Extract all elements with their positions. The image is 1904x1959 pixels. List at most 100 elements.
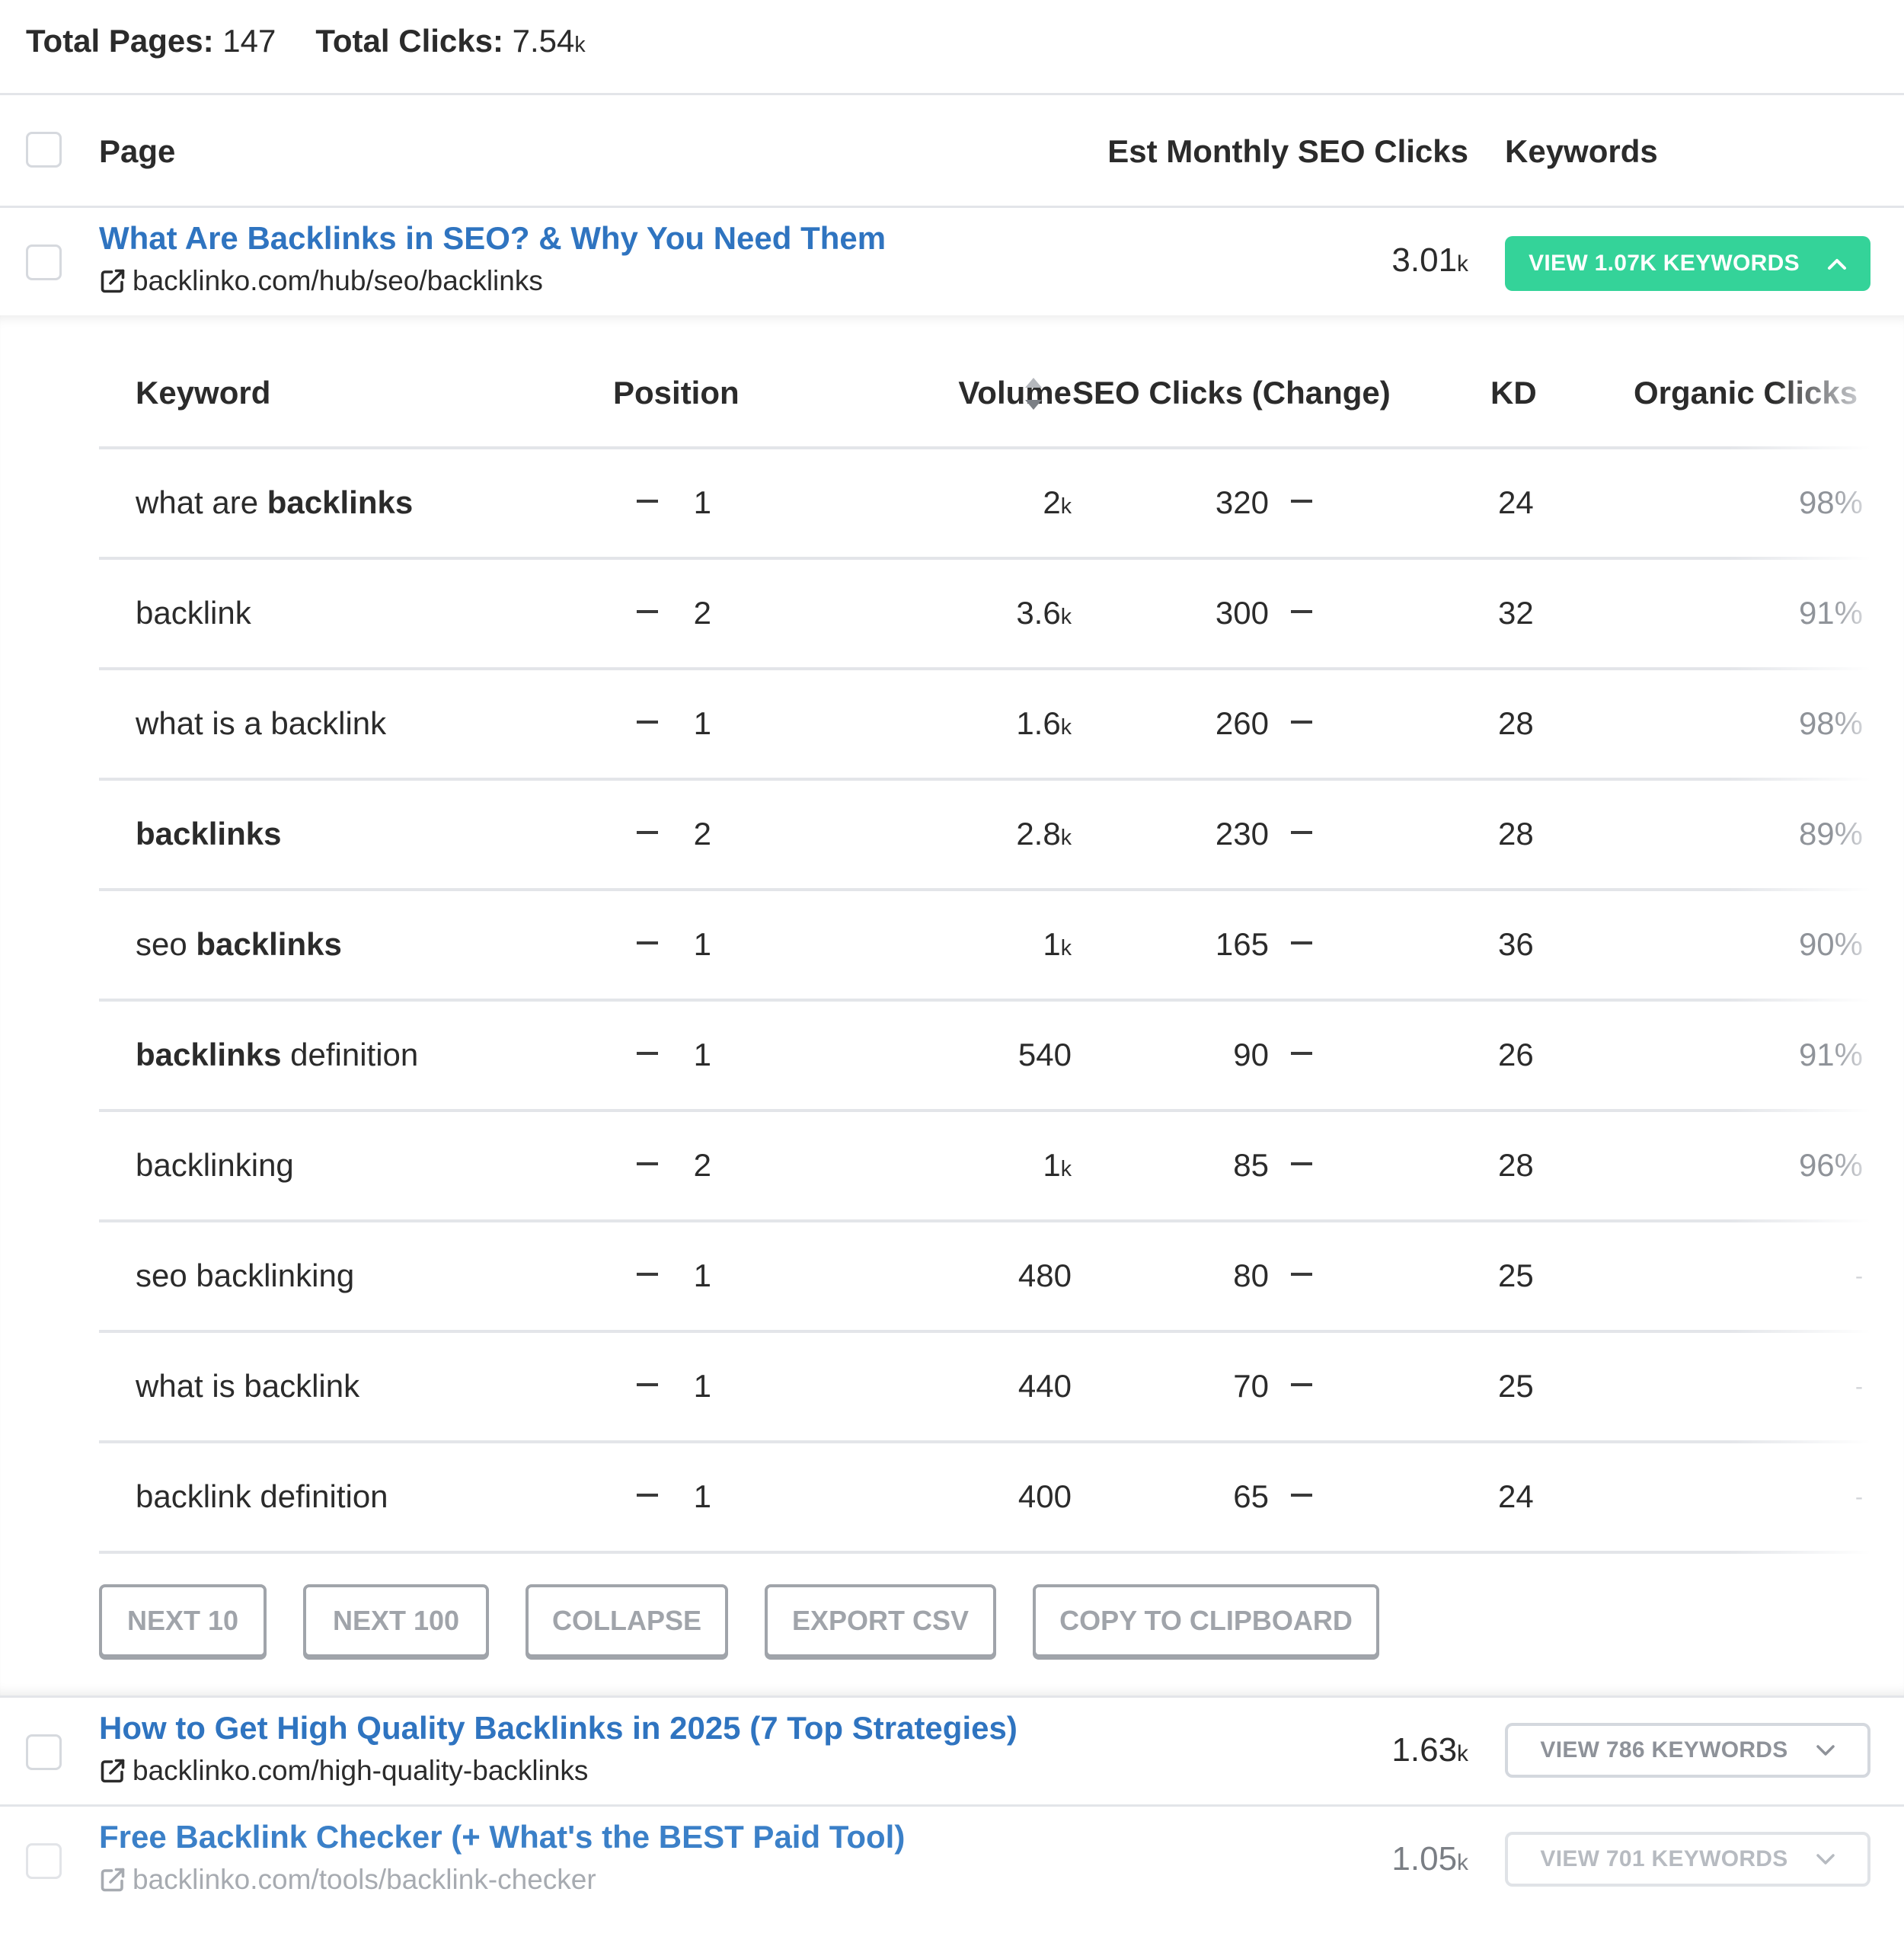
view-keywords-label: VIEW 786 KEYWORDS [1540, 1737, 1788, 1762]
clicks-suffix: k [1457, 1850, 1468, 1875]
column-header-est-clicks[interactable]: Est Monthly SEO Clicks [1107, 133, 1468, 170]
volume-value: 2k [1043, 484, 1072, 521]
keyword-text: seo backlinking [136, 1258, 354, 1294]
row-checkbox[interactable] [26, 1843, 62, 1879]
volume-number: 540 [1017, 1037, 1072, 1072]
view-keywords-button[interactable]: VIEW 701 KEYWORDS [1505, 1832, 1870, 1887]
column-header-page[interactable]: Page [99, 133, 175, 170]
position-change-dash [637, 721, 658, 724]
view-keywords-button[interactable]: VIEW 1.07K KEYWORDS [1505, 236, 1870, 291]
page-title-link[interactable]: Free Backlink Checker (+ What's the BEST… [99, 1819, 905, 1855]
clicks-value: 1.05 [1391, 1840, 1458, 1878]
page-url-link[interactable]: backlinko.com/tools/backlink-checker [99, 1864, 596, 1896]
organic-clicks-value: - [1855, 1484, 1863, 1510]
row-checkbox[interactable] [26, 1734, 62, 1770]
column-header-volume[interactable]: Volume [958, 375, 1072, 411]
page-est-clicks: 3.01k [1391, 241, 1468, 280]
export-csv-button[interactable]: EXPORT CSV [765, 1584, 996, 1657]
volume-suffix: k [1060, 715, 1072, 740]
collapse-button[interactable]: COLLAPSE [526, 1584, 728, 1657]
position-change-dash [637, 1273, 658, 1276]
position-value: 1 [693, 1258, 711, 1293]
organic-clicks-value: 91% [1798, 595, 1863, 631]
keyword-row: backlinks 2 2.8k 230 28 89% [99, 779, 1870, 890]
column-header-keywords: Keywords [1505, 133, 1658, 169]
clicks-suffix: k [1457, 1741, 1468, 1766]
position-change-dash [637, 1383, 658, 1386]
seo-clicks-value: 90 [1233, 1037, 1269, 1072]
select-all-checkbox[interactable] [26, 132, 62, 168]
next-100-button[interactable]: NEXT 100 [303, 1584, 489, 1657]
view-keywords-button[interactable]: VIEW 786 KEYWORDS [1505, 1723, 1870, 1778]
seo-clicks-value: 230 [1215, 816, 1269, 852]
next-10-button[interactable]: NEXT 10 [99, 1584, 267, 1657]
column-header-position[interactable]: Position [613, 375, 740, 411]
keyword-text: backlink definition [136, 1478, 388, 1515]
page-row: How to Get High Quality Backlinks in 202… [0, 1698, 1904, 1804]
organic-clicks-value: 98% [1798, 484, 1863, 520]
clicks-value: 3.01 [1391, 241, 1458, 279]
total-pages: Total Pages: 147 [26, 23, 276, 59]
volume-value: 540 [1018, 1037, 1072, 1073]
copy-to-clipboard-button[interactable]: COPY TO CLIPBOARD [1033, 1584, 1379, 1657]
keyword-part: definition [281, 1037, 419, 1072]
position-value: 1 [693, 1037, 711, 1072]
row-divider [99, 1551, 1870, 1554]
volume-number: 1.6 [1016, 705, 1061, 741]
page-url-text: backlinko.com/tools/backlink-checker [133, 1864, 596, 1895]
kd-value: 36 [1498, 926, 1534, 962]
column-header-keyword[interactable]: Keyword [136, 375, 270, 411]
view-keywords-label: VIEW 1.07K KEYWORDS [1529, 251, 1800, 276]
seo-clicks-change-dash [1291, 500, 1312, 503]
total-clicks-label: Total Clicks: [315, 23, 503, 59]
keyword-row: backlinking 2 1k 85 28 96% [99, 1111, 1870, 1221]
keyword-text: seo backlinks [136, 926, 342, 963]
clicks-value: 1.63 [1391, 1731, 1458, 1769]
summary-bar: Total Pages: 147 Total Clicks: 7.54k [26, 20, 625, 62]
seo-clicks-change-dash [1291, 1494, 1312, 1497]
page-title-link[interactable]: What Are Backlinks in SEO? & Why You Nee… [99, 220, 886, 257]
keyword-highlight: backlinks [196, 926, 342, 962]
page-est-clicks: 1.05k [1391, 1840, 1468, 1878]
volume-value: 440 [1018, 1368, 1072, 1405]
row-checkbox[interactable] [26, 244, 62, 280]
page-title-link[interactable]: How to Get High Quality Backlinks in 202… [99, 1710, 1017, 1746]
kd-value: 26 [1498, 1037, 1534, 1072]
keyword-part: seo backlinking [136, 1258, 355, 1293]
position-value: 2 [693, 816, 711, 852]
total-pages-value: 147 [222, 23, 276, 59]
chevron-up-icon [1827, 259, 1846, 270]
keyword-text: what is backlink [136, 1368, 359, 1405]
volume-suffix: k [1060, 1157, 1072, 1181]
keyword-text: backlinks definition [136, 1037, 418, 1073]
kd-value: 28 [1498, 705, 1534, 741]
seo-clicks-change-dash [1291, 831, 1312, 834]
volume-value: 2.8k [1016, 816, 1072, 852]
kd-value: 28 [1498, 1147, 1534, 1183]
sort-icon[interactable] [1023, 375, 1044, 414]
volume-value: 3.6k [1016, 595, 1072, 631]
keyword-row: backlink 2 3.6k 300 32 91% [99, 558, 1870, 669]
column-header-seo-clicks[interactable]: SEO Clicks (Change) [1072, 375, 1391, 411]
column-header-organic-clicks[interactable]: Organic Clicks [1634, 375, 1858, 411]
keyword-row: what is backlink 1 440 70 25 - [99, 1331, 1870, 1442]
position-change-dash [637, 1494, 658, 1497]
keyword-part: backlinking [136, 1147, 294, 1183]
volume-suffix: k [1060, 605, 1072, 629]
chevron-down-icon [1816, 1745, 1835, 1756]
page-url-link[interactable]: backlinko.com/hub/seo/backlinks [99, 265, 543, 297]
volume-value: 400 [1018, 1478, 1072, 1515]
external-link-icon [101, 269, 125, 293]
seo-clicks-change-dash [1291, 1162, 1312, 1165]
keyword-highlight: backlinks [267, 484, 414, 520]
keyword-part: backlink [136, 595, 251, 631]
keyword-part: what is backlink [136, 1368, 360, 1404]
keyword-part: what is a backlink [136, 705, 387, 741]
position-value: 1 [693, 484, 711, 520]
column-header-kd[interactable]: KD [1490, 375, 1537, 411]
volume-suffix: k [1060, 826, 1072, 850]
page-url-link[interactable]: backlinko.com/high-quality-backlinks [99, 1755, 588, 1787]
volume-number: 2 [1043, 484, 1061, 520]
keyword-text: what is a backlink [136, 705, 386, 742]
keyword-highlight: backlinks [136, 1037, 282, 1072]
